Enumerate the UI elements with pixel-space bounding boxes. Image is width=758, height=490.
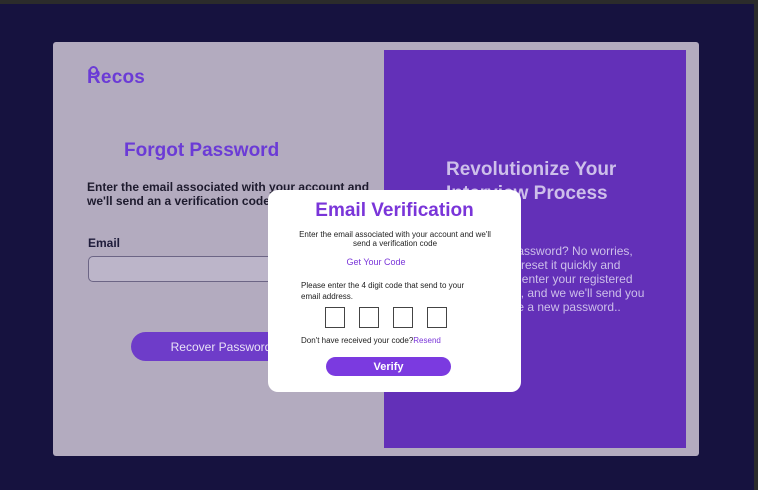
- logo-mark-icon: [89, 66, 98, 75]
- code-digit-input-2[interactable]: [359, 307, 379, 328]
- code-prompt: Please enter the 4 digit code that send …: [301, 281, 465, 301]
- email-field[interactable]: [88, 256, 288, 282]
- window-right-border: [754, 0, 758, 490]
- code-digit-input-3[interactable]: [393, 307, 413, 328]
- code-digit-input-1[interactable]: [325, 307, 345, 328]
- email-label: Email: [88, 236, 121, 250]
- brand-logo-name: ecos: [100, 67, 146, 88]
- modal-title: Email Verification: [315, 200, 474, 221]
- verify-button[interactable]: Verify: [326, 357, 451, 376]
- resend-link[interactable]: Resend: [413, 336, 441, 345]
- page-title: Forgot Password: [124, 140, 280, 161]
- brand-logo[interactable]: Recos: [87, 66, 146, 89]
- modal-description: Enter the email associated with your acc…: [299, 230, 491, 248]
- window-top-border: [0, 0, 758, 4]
- resend-row: Don't have received your code?Resend: [301, 336, 441, 345]
- code-digit-input-4[interactable]: [427, 307, 447, 328]
- email-verification-modal: Email Verification Enter the email assoc…: [268, 190, 521, 392]
- resend-prefix: Don't have received your code?: [301, 336, 414, 345]
- get-code-link[interactable]: Get Your Code: [268, 257, 484, 267]
- brand-logo-initial: R: [87, 66, 101, 88]
